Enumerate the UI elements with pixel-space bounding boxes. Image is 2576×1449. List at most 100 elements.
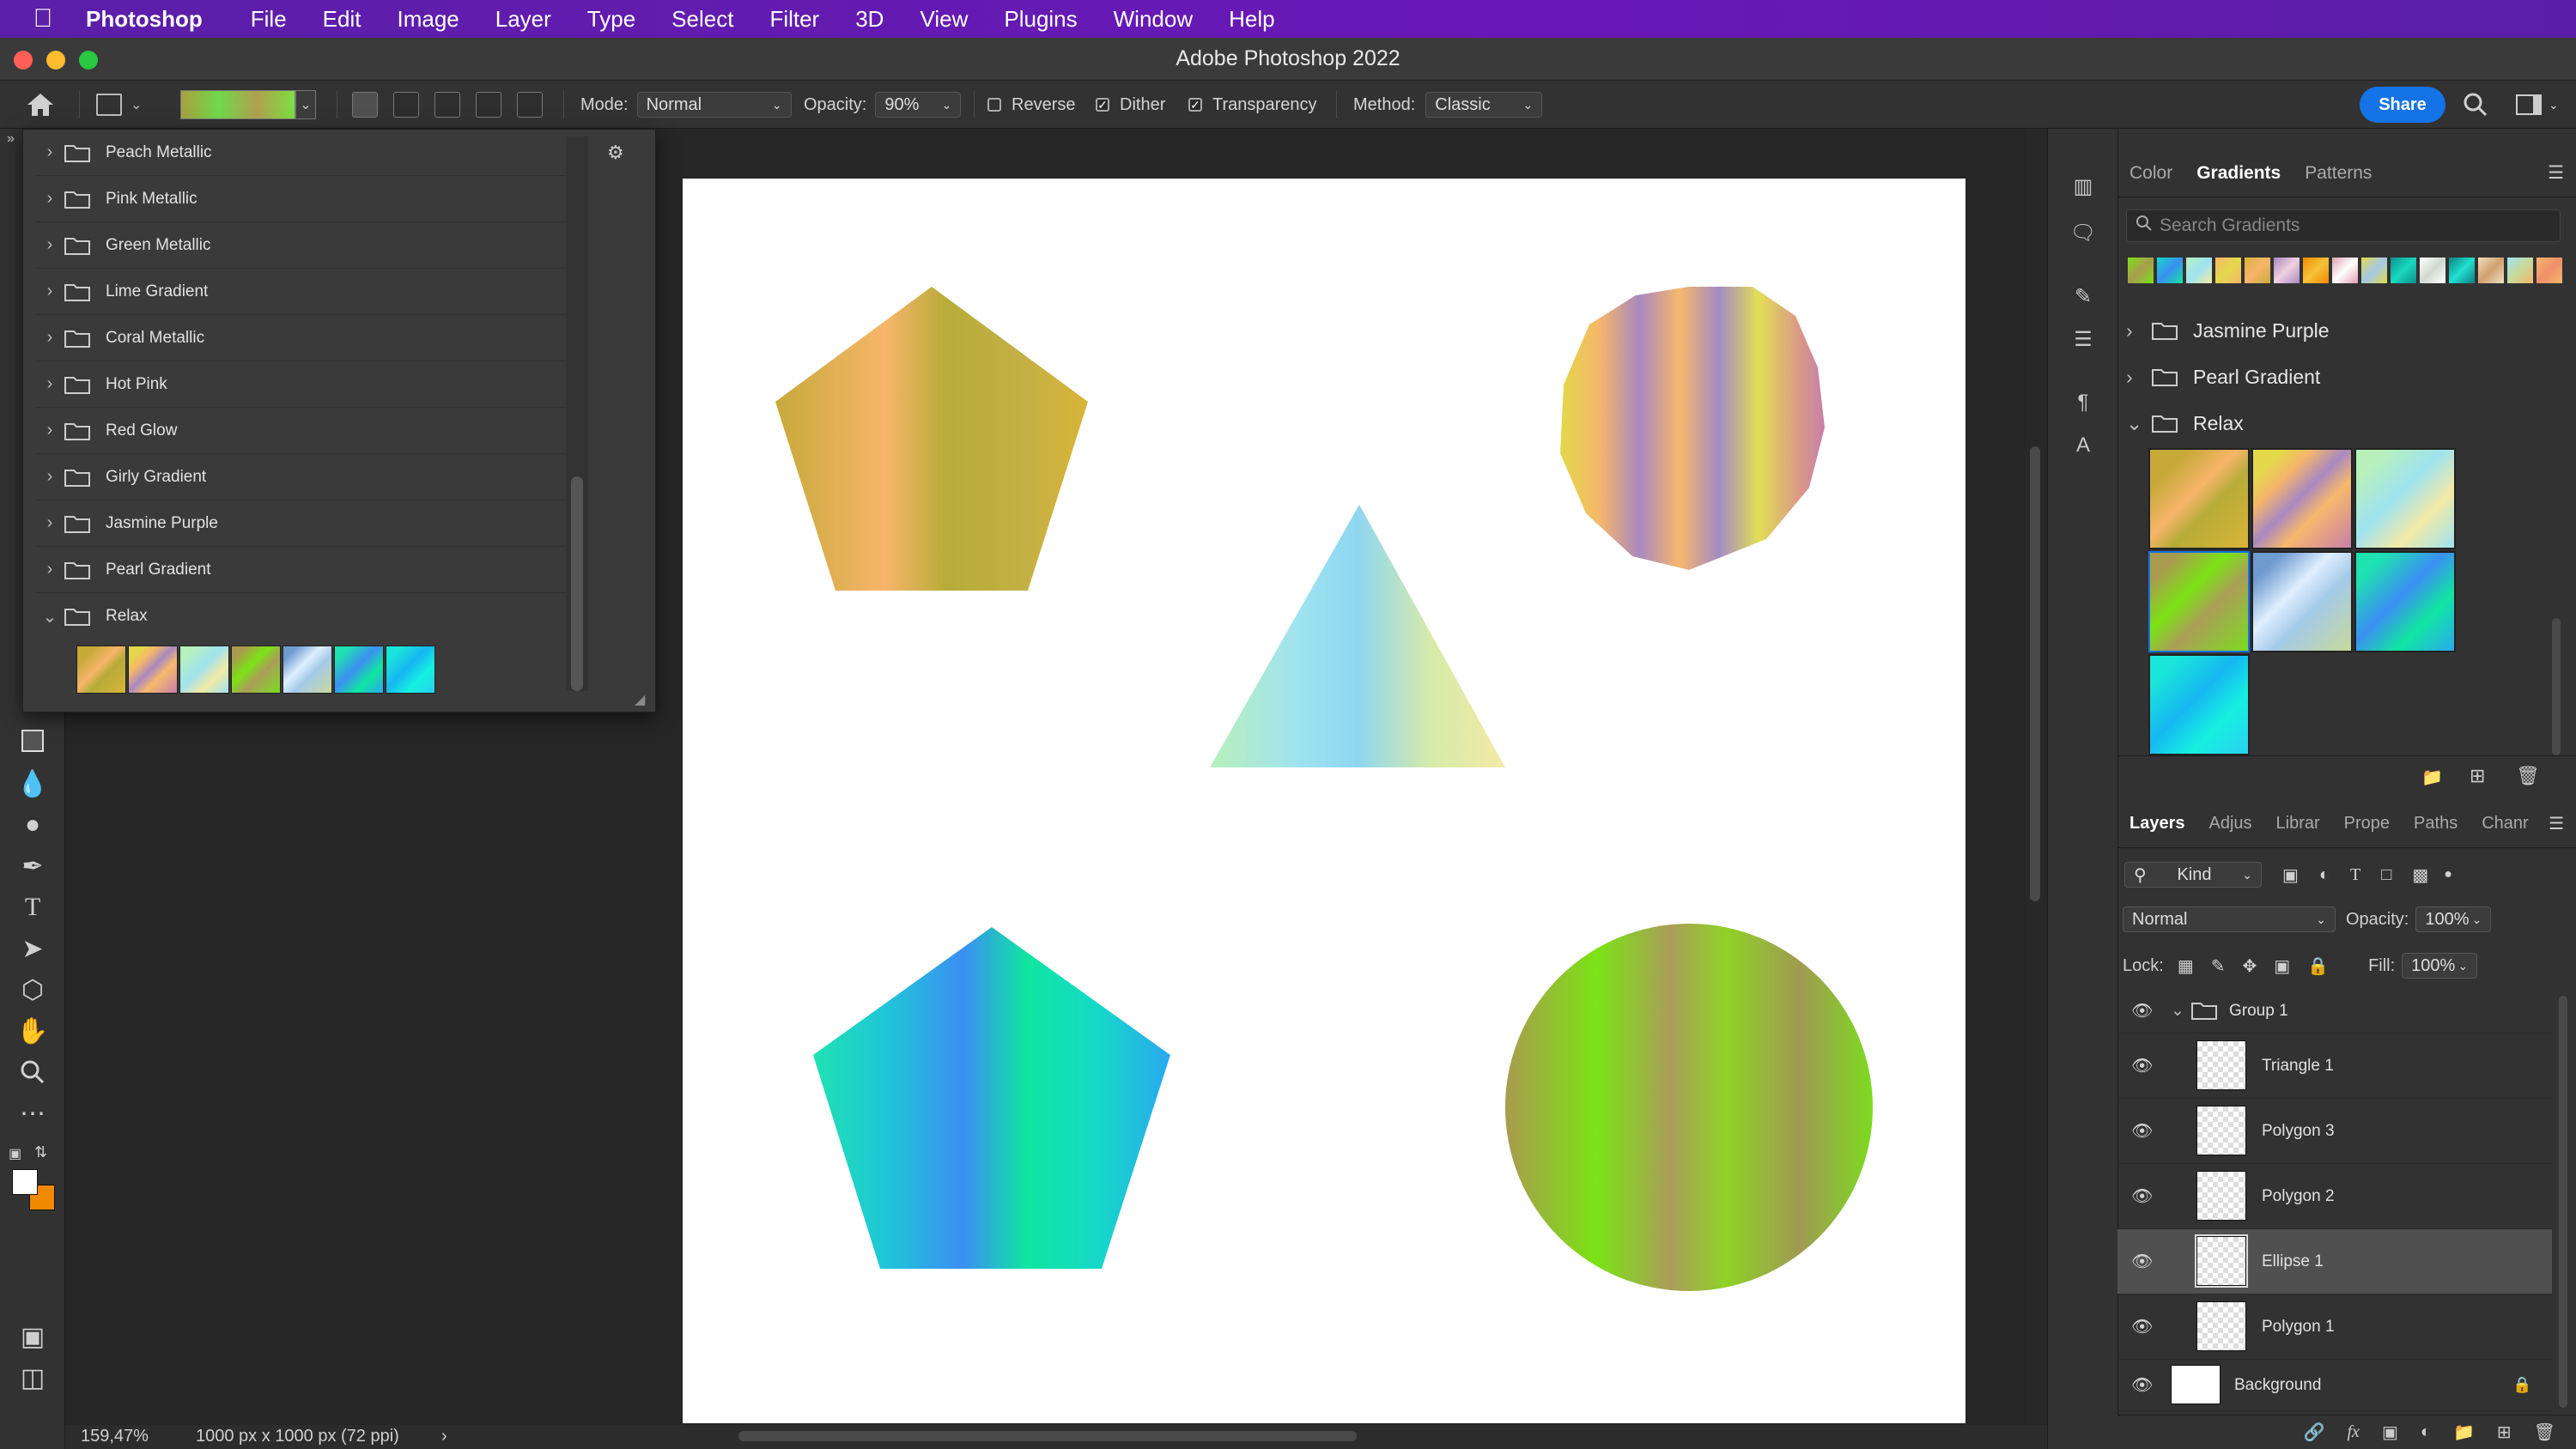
diamond-gradient-button[interactable] [517, 92, 543, 118]
share-button[interactable]: Share [2360, 87, 2445, 123]
blend-mode-dropdown[interactable]: Normal ⌄ [2123, 906, 2336, 932]
panel-menu-icon[interactable]: ☰ [2548, 162, 2564, 184]
chevron-right-icon[interactable]: › [35, 142, 64, 162]
relax-gradient-swatch[interactable] [2251, 448, 2353, 549]
add-mask-icon[interactable]: ▣ [2382, 1422, 2398, 1443]
screen-mode-icon[interactable]: ◫ [0, 1358, 65, 1397]
tab-patterns[interactable]: Patterns [2293, 163, 2384, 184]
picker-gradient-swatch[interactable] [386, 646, 435, 694]
polygon-1-shape[interactable] [813, 927, 1170, 1269]
new-group-icon[interactable]: 📁 [2453, 1422, 2475, 1443]
picker-gradient-swatch[interactable] [231, 646, 281, 694]
shape-tool-icon[interactable]: ⬡ [0, 970, 65, 1009]
panel-menu-icon[interactable]: ☰ [2549, 813, 2564, 834]
gradient-preview[interactable] [180, 90, 295, 119]
chevron-right-icon[interactable]: › [35, 421, 64, 440]
relax-gradient-swatch[interactable] [2251, 551, 2353, 652]
recent-gradient-swatch[interactable] [2478, 258, 2504, 283]
tab-color[interactable]: Color [2117, 163, 2184, 184]
lock-all-icon[interactable]: 🔒 [2307, 955, 2329, 977]
radial-gradient-button[interactable] [393, 92, 419, 118]
menu-layer[interactable]: Layer [495, 6, 551, 33]
comments-icon[interactable]: 🗨 [2067, 216, 2099, 249]
paragraph-icon[interactable]: ¶ [2067, 386, 2099, 419]
chevron-right-icon[interactable]: › [2126, 366, 2152, 389]
eye-icon[interactable]: 👁 [2131, 1316, 2157, 1337]
chevron-right-icon[interactable]: › [35, 328, 64, 348]
menu-plugins[interactable]: Plugins [1004, 6, 1077, 33]
menu-view[interactable]: View [920, 6, 968, 33]
lock-position-icon[interactable]: ✥ [2242, 955, 2257, 977]
picker-gradient-swatch[interactable] [179, 646, 229, 694]
recent-gradient-swatch[interactable] [2361, 258, 2387, 283]
picker-folder-row[interactable]: › Red Glow [35, 408, 585, 454]
search-gradients-field[interactable]: Search Gradients [2126, 209, 2561, 242]
new-group-icon[interactable]: 📁 [2421, 767, 2443, 788]
picker-folder-row[interactable]: › Pink Metallic [35, 176, 585, 222]
gradient-folder-row[interactable]: › Pearl Gradient [2126, 354, 2555, 400]
picker-scrollbar[interactable] [566, 136, 588, 691]
chevron-down-icon[interactable]: ⌄ [2126, 412, 2152, 435]
chevron-right-icon[interactable]: › [35, 235, 64, 255]
apple-icon[interactable]:  [0, 4, 86, 33]
picker-scroll-thumb[interactable] [571, 476, 583, 691]
filter-type-icon[interactable]: T [2350, 865, 2360, 885]
picker-folder-row[interactable]: › Peach Metallic [35, 130, 585, 176]
reverse-check-box[interactable] [987, 98, 1001, 112]
picker-folder-row[interactable]: › Coral Metallic [35, 315, 585, 361]
menu-3d[interactable]: 3D [855, 6, 884, 33]
search-icon[interactable] [2463, 81, 2488, 129]
menu-help[interactable]: Help [1229, 6, 1274, 33]
polygon-3-shape[interactable] [775, 287, 1088, 591]
dither-check-box[interactable]: ✓ [1096, 98, 1109, 112]
eye-icon[interactable]: 👁 [2131, 1185, 2157, 1207]
swap-colors-icon[interactable]: ⇅ [34, 1143, 47, 1161]
layer-group-row[interactable]: 👁 ⌄ Group 1 [2117, 989, 2552, 1034]
layer-opacity-field[interactable]: 100% ⌄ [2415, 906, 2492, 932]
method-dropdown[interactable]: Classic ⌄ [1425, 92, 1543, 118]
trash-icon[interactable]: 🗑 [2516, 765, 2540, 787]
opacity-field[interactable]: 90% ⌄ [875, 92, 962, 118]
fx-icon[interactable]: fx [2348, 1422, 2360, 1442]
chevron-right-icon[interactable]: › [35, 374, 64, 394]
menu-image[interactable]: Image [397, 6, 459, 33]
picker-folder-row[interactable]: › Green Metallic [35, 222, 585, 269]
link-layers-icon[interactable]: 🔗 [2304, 1422, 2325, 1443]
path-selection-tool-icon[interactable]: ➤ [0, 929, 65, 968]
adjustment-layer-icon[interactable]: ◐ [2421, 1422, 2431, 1442]
picker-gradient-swatch[interactable] [128, 646, 178, 694]
new-gradient-icon[interactable]: ⊞ [2470, 765, 2485, 787]
recent-gradient-swatch[interactable] [2157, 258, 2183, 283]
chevron-down-icon[interactable]: ⌄ [2171, 1001, 2184, 1021]
tool-preset-picker[interactable]: ⌄ [96, 81, 142, 129]
chevron-down-icon[interactable]: ⌄ [295, 90, 316, 119]
layers-scroll-thumb[interactable] [2559, 996, 2567, 1408]
recent-gradient-swatch[interactable] [2420, 258, 2445, 283]
relax-gradient-swatch-selected[interactable] [2148, 551, 2250, 652]
chevron-down-icon[interactable]: ⌄ [35, 606, 64, 627]
recent-gradient-swatch[interactable] [2507, 258, 2533, 283]
menu-select[interactable]: Select [671, 6, 733, 33]
recent-gradient-swatch[interactable] [2449, 258, 2475, 283]
menu-type[interactable]: Type [587, 6, 635, 33]
picker-folder-row[interactable]: › Girly Gradient [35, 454, 585, 500]
recent-gradient-swatch[interactable] [2332, 258, 2358, 283]
layer-row[interactable]: 👁 Polygon 1 [2117, 1294, 2552, 1360]
relax-gradient-swatch[interactable] [2354, 448, 2456, 549]
chevron-right-icon[interactable]: › [441, 1427, 447, 1446]
picker-gradient-swatch[interactable] [76, 646, 126, 694]
resize-grip-icon[interactable]: ◢ [635, 691, 645, 708]
history-icon[interactable]: ▥ [2067, 170, 2099, 203]
linear-gradient-button[interactable] [352, 92, 378, 118]
menu-edit[interactable]: Edit [323, 6, 361, 33]
layer-row[interactable]: 👁 Triangle 1 [2117, 1034, 2552, 1099]
gradient-preview-dropdown[interactable]: ⌄ [180, 81, 316, 129]
recent-gradient-swatch[interactable] [2274, 258, 2300, 283]
trash-icon[interactable]: 🗑 [2534, 1422, 2555, 1443]
blur-tool-icon[interactable]: 💧 [0, 764, 65, 803]
more-tools-icon[interactable]: ⋯ [0, 1094, 65, 1133]
recent-gradient-swatch[interactable] [2537, 258, 2562, 283]
picker-folder-row[interactable]: › Hot Pink [35, 361, 585, 408]
picker-folder-row[interactable]: › Lime Gradient [35, 269, 585, 315]
relax-gradient-swatch[interactable] [2148, 448, 2250, 549]
